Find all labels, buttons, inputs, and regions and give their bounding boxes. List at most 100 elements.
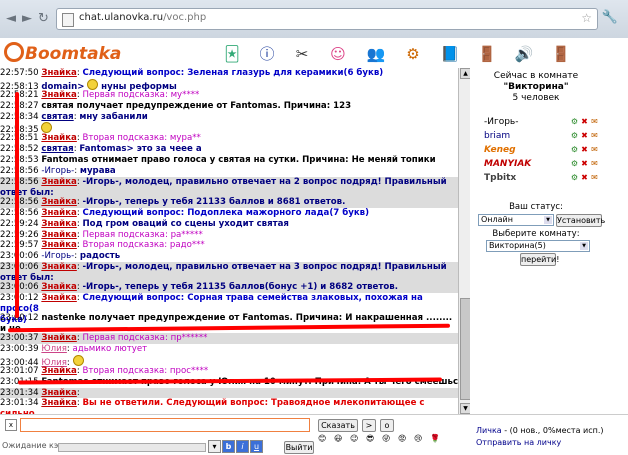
options-button[interactable]: o xyxy=(380,419,394,432)
message-nick[interactable]: святая xyxy=(41,112,73,122)
smiley-icon[interactable]: 😜 xyxy=(382,434,390,443)
message-nick[interactable]: Знайка xyxy=(41,366,77,376)
room-select-label: Выберите комнату: xyxy=(492,229,580,239)
message-nick[interactable]: Знайка xyxy=(41,282,77,292)
ban-icon[interactable]: ✖ xyxy=(580,159,589,168)
chat-message: 22:58:27 святая получает предупреждение … xyxy=(0,101,458,112)
sound-icon[interactable]: 🔊 xyxy=(514,44,534,64)
message-nick[interactable]: святая xyxy=(41,144,73,154)
room-select[interactable]: Викторина(5) ▼ xyxy=(486,240,590,252)
chat-scrollbar[interactable]: ▲ ▼ xyxy=(458,68,471,414)
color-picker-button[interactable]: ▾ xyxy=(208,440,221,453)
message-nick[interactable]: Знайка xyxy=(41,90,77,100)
private-link[interactable]: Личка xyxy=(476,426,502,435)
bold-button[interactable]: b xyxy=(222,440,235,453)
chat-message: 23:01:07 Знайка: Вторая подсказка: прос*… xyxy=(0,365,209,376)
message-input[interactable] xyxy=(20,418,310,432)
wrench-icon[interactable]: 🔧 xyxy=(602,10,618,25)
message-time: 22:58:56 xyxy=(0,166,39,177)
message-nick[interactable]: Юлия xyxy=(41,344,67,354)
face-icon[interactable]: ☺ xyxy=(328,44,348,64)
site-logo[interactable]: Boomtaka xyxy=(4,42,121,64)
settings-icon[interactable]: ⚙ xyxy=(403,44,423,64)
message-text: Первая подсказка: ра***** xyxy=(82,229,203,240)
member-item[interactable]: MANYIAK xyxy=(484,158,531,170)
ban-icon[interactable]: ✖ xyxy=(580,117,589,126)
message-nick[interactable]: Знайка xyxy=(41,398,77,408)
clear-button[interactable]: x xyxy=(5,419,17,431)
settings-icon[interactable]: ⚙ xyxy=(570,131,579,140)
forward-icon[interactable]: ► xyxy=(22,11,32,26)
red-vertical-mark xyxy=(15,92,19,318)
mail-icon[interactable]: ✉ xyxy=(590,117,599,126)
ban-icon[interactable]: ✖ xyxy=(580,145,589,154)
back-icon[interactable]: ◄ xyxy=(6,11,16,26)
address-bar[interactable]: chat.ulanovka.ru/voc.php ☆ xyxy=(56,8,598,30)
set-status-button[interactable]: Установить xyxy=(556,214,605,227)
underline-button[interactable]: u xyxy=(250,440,263,453)
book-icon[interactable]: 📘 xyxy=(440,44,460,64)
message-nick[interactable]: Знайка xyxy=(41,197,77,207)
go-room-button[interactable]: перейти! xyxy=(520,253,559,266)
ban-icon[interactable]: ✖ xyxy=(580,173,589,182)
settings-icon[interactable]: ⚙ xyxy=(570,159,579,168)
send-private-link[interactable]: Отправить на личку xyxy=(476,437,604,449)
smiley-icon[interactable]: 😊 xyxy=(318,434,326,443)
message-text: Fantomas> это за чеее а xyxy=(79,144,202,155)
message-nick[interactable]: Знайка xyxy=(41,208,77,218)
settings-icon[interactable]: ⚙ xyxy=(570,145,579,154)
say-button[interactable]: Сказать xyxy=(318,419,358,432)
member-item[interactable]: Tpbitx xyxy=(484,172,516,184)
message-nick[interactable]: Знайка xyxy=(41,230,77,240)
people-icon[interactable]: 👥 xyxy=(366,44,386,64)
member-item[interactable]: briam xyxy=(484,130,510,142)
message-nick[interactable]: Знайка xyxy=(41,133,77,143)
message-time: 22:58:56 xyxy=(0,176,39,187)
message-nick[interactable]: Знайка xyxy=(41,177,77,187)
dropdown-arrow-icon: ▼ xyxy=(544,216,552,224)
chat-message: 22:58:56 Знайка: -Игорь-, теперь у тебя … xyxy=(0,196,458,208)
mail-icon[interactable]: ✉ xyxy=(590,131,599,140)
message-nick[interactable]: Знайка xyxy=(41,333,77,343)
italic-button[interactable]: i xyxy=(236,440,249,453)
bookmark-star-icon[interactable]: ☆ xyxy=(581,11,592,25)
message-nick[interactable]: Знайка xyxy=(41,388,77,398)
ban-icon[interactable]: ✖ xyxy=(580,131,589,140)
smiley-icon[interactable]: 😉 xyxy=(350,434,358,443)
message-nick[interactable]: Знайка xyxy=(41,240,77,250)
message-nick[interactable]: -Игорь- xyxy=(41,251,74,261)
exit-door-icon[interactable]: 🚪 xyxy=(551,44,571,64)
smiley-icon[interactable]: 😢 xyxy=(414,434,422,443)
tools-icon[interactable]: ✂ xyxy=(292,44,312,64)
chat-message: 23:00:06 Знайка: -Игорь-, молодец, прави… xyxy=(0,262,458,294)
status-select[interactable]: Онлайн ▼ xyxy=(478,214,554,226)
settings-icon[interactable]: ⚙ xyxy=(570,117,579,126)
smiley-icon[interactable]: 😡 xyxy=(398,434,406,443)
message-time: 22:58:34 xyxy=(0,111,39,122)
exit-button[interactable]: Выйти xyxy=(284,441,314,454)
mail-icon[interactable]: ✉ xyxy=(590,173,599,182)
mail-icon[interactable]: ✉ xyxy=(590,145,599,154)
mail-icon[interactable]: ✉ xyxy=(590,159,599,168)
smiley-icon[interactable]: 😎 xyxy=(366,434,374,443)
message-nick[interactable]: Знайка xyxy=(41,293,77,303)
message-nick[interactable]: Знайка xyxy=(41,68,77,78)
more-button[interactable]: > xyxy=(362,419,376,432)
reload-icon[interactable]: ↻ xyxy=(38,11,49,26)
cards-icon[interactable]: 🃏 xyxy=(222,44,242,64)
message-time: 22:59:26 xyxy=(0,229,39,240)
member-item[interactable]: Keneg xyxy=(484,144,516,156)
settings-icon[interactable]: ⚙ xyxy=(570,173,579,182)
member-item[interactable]: -Игорь- xyxy=(484,116,518,128)
message-text: радость xyxy=(79,251,121,262)
message-nick[interactable]: Знайка xyxy=(41,219,77,229)
smiley-icon[interactable]: 🌹 xyxy=(430,434,440,443)
smiley-icon[interactable]: 😃 xyxy=(334,434,342,443)
message-time: 22:58:56 xyxy=(0,207,39,218)
message-nick[interactable]: Знайка xyxy=(41,262,77,272)
message-time: 23:00:12 xyxy=(0,293,39,304)
message-nick[interactable]: -Игорь- xyxy=(41,166,74,176)
info-icon[interactable]: ⓘ xyxy=(257,44,277,64)
chat-message: 22:58:34 святая: мну забанили xyxy=(0,111,148,122)
door-icon[interactable]: 🚪 xyxy=(477,44,497,64)
